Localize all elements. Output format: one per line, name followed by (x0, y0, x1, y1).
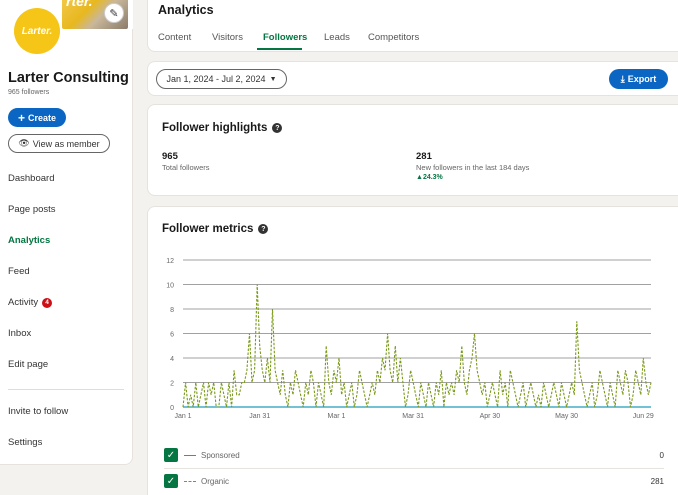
x-tick-label: Apr 30 (480, 413, 501, 420)
nav-edit-page[interactable]: Edit page (8, 359, 48, 370)
x-tick-label: Jan 31 (249, 413, 270, 420)
nav-inbox[interactable]: Inbox (8, 328, 31, 339)
nav-feed[interactable]: Feed (8, 266, 30, 277)
tab-visitors[interactable]: Visitors (212, 32, 243, 43)
toolbar: Jan 1, 2024 - Jul 2, 2024 ▼ ⤓ Export (147, 61, 678, 96)
sidebar-divider (8, 389, 124, 390)
nav-invite-to-follow[interactable]: Invite to follow (8, 406, 68, 417)
new-followers-value: 281 (416, 151, 432, 162)
activity-badge: 4 (42, 297, 53, 308)
help-icon[interactable]: ? (272, 123, 283, 133)
checkmark-icon: ✓ (166, 449, 176, 461)
analytics-header: Analytics Content Visitors Followers Lea… (147, 0, 678, 52)
y-tick-label: 2 (170, 381, 174, 388)
sponsored-value: 0 (659, 450, 664, 460)
y-tick-label: 4 (170, 356, 174, 363)
new-followers-label: New followers in the last 184 days (416, 163, 530, 172)
create-button[interactable]: + Create (8, 108, 66, 127)
organic-checkbox[interactable]: ✓ (164, 474, 178, 488)
tab-leads[interactable]: Leads (324, 32, 350, 43)
tab-competitors[interactable]: Competitors (368, 32, 419, 43)
export-button[interactable]: ⤓ Export (609, 69, 668, 89)
series-line-organic (182, 284, 652, 408)
download-icon: ⤓ (620, 73, 625, 84)
y-tick-label: 10 (166, 283, 174, 290)
organic-line-swatch (184, 480, 196, 482)
nav-analytics[interactable]: Analytics (8, 235, 50, 246)
checkmark-icon: ✓ (166, 475, 176, 487)
follower-count: 965 followers (8, 89, 50, 96)
date-range-dropdown[interactable]: Jan 1, 2024 - Jul 2, 2024 ▼ (156, 69, 287, 89)
pencil-icon: ✎ (109, 7, 119, 20)
company-name: Larter Consulting (8, 70, 129, 86)
nav-page-posts[interactable]: Page posts (8, 204, 56, 215)
highlights-title: Follower highlights ? (162, 122, 283, 134)
x-tick-label: Jan 1 (174, 413, 191, 420)
plus-icon: + (17, 110, 25, 125)
x-tick-label: May 30 (555, 413, 578, 420)
page-title: Analytics (158, 3, 214, 17)
organic-label: Organic (201, 476, 230, 486)
arrow-up-icon: ▲ (416, 174, 423, 181)
sponsored-line-swatch (184, 454, 196, 456)
follower-metrics-chart: 0 2 4 6 8 10 12 Jan 1 Jan 31 Mar 1 Mar 31 Apr 30 May… (166, 258, 654, 420)
legend-row-sponsored: ✓ Sponsored 0 (164, 445, 664, 465)
tab-content[interactable]: Content (158, 32, 191, 43)
x-tick-label: Mar 1 (327, 413, 345, 420)
view-as-member-button[interactable]: 👁 View as member (8, 134, 110, 153)
total-followers-label: Total followers (162, 163, 210, 172)
sponsored-checkbox[interactable]: ✓ (164, 448, 178, 462)
caret-down-icon: ▼ (269, 75, 277, 83)
x-tick-label: Jun 29 (633, 413, 654, 420)
legend-row-organic: ✓ Organic 281 (164, 471, 664, 491)
nav-activity[interactable]: Activity 4 (8, 297, 53, 308)
follower-highlights-card: Follower highlights ? 965 Total follower… (147, 104, 678, 196)
y-tick-label: 12 (166, 258, 174, 265)
company-sidebar: rter. ✎ Larter. Larter Consulting 965 fo… (0, 0, 133, 465)
legend-divider (164, 468, 664, 469)
y-tick-label: 6 (170, 332, 174, 339)
nav-dashboard[interactable]: Dashboard (8, 173, 54, 184)
total-followers-value: 965 (162, 151, 178, 162)
y-tick-label: 0 (170, 405, 174, 412)
active-tab-indicator (257, 48, 302, 50)
sponsored-label: Sponsored (201, 450, 240, 460)
edit-cover-button[interactable]: ✎ (104, 3, 124, 23)
company-logo: Larter. (14, 8, 60, 54)
organic-value: 281 (650, 476, 664, 486)
tab-followers[interactable]: Followers (263, 32, 307, 43)
y-tick-label: 8 (170, 307, 174, 314)
follower-metrics-card: Follower metrics ? 0 2 4 6 8 10 12 Jan 1 Jan 31 M… (147, 206, 678, 495)
x-tick-label: Mar 31 (402, 413, 424, 420)
new-followers-change: ▲24.3% (416, 174, 443, 181)
nav-settings[interactable]: Settings (8, 437, 42, 448)
eye-icon: 👁 (18, 138, 30, 148)
